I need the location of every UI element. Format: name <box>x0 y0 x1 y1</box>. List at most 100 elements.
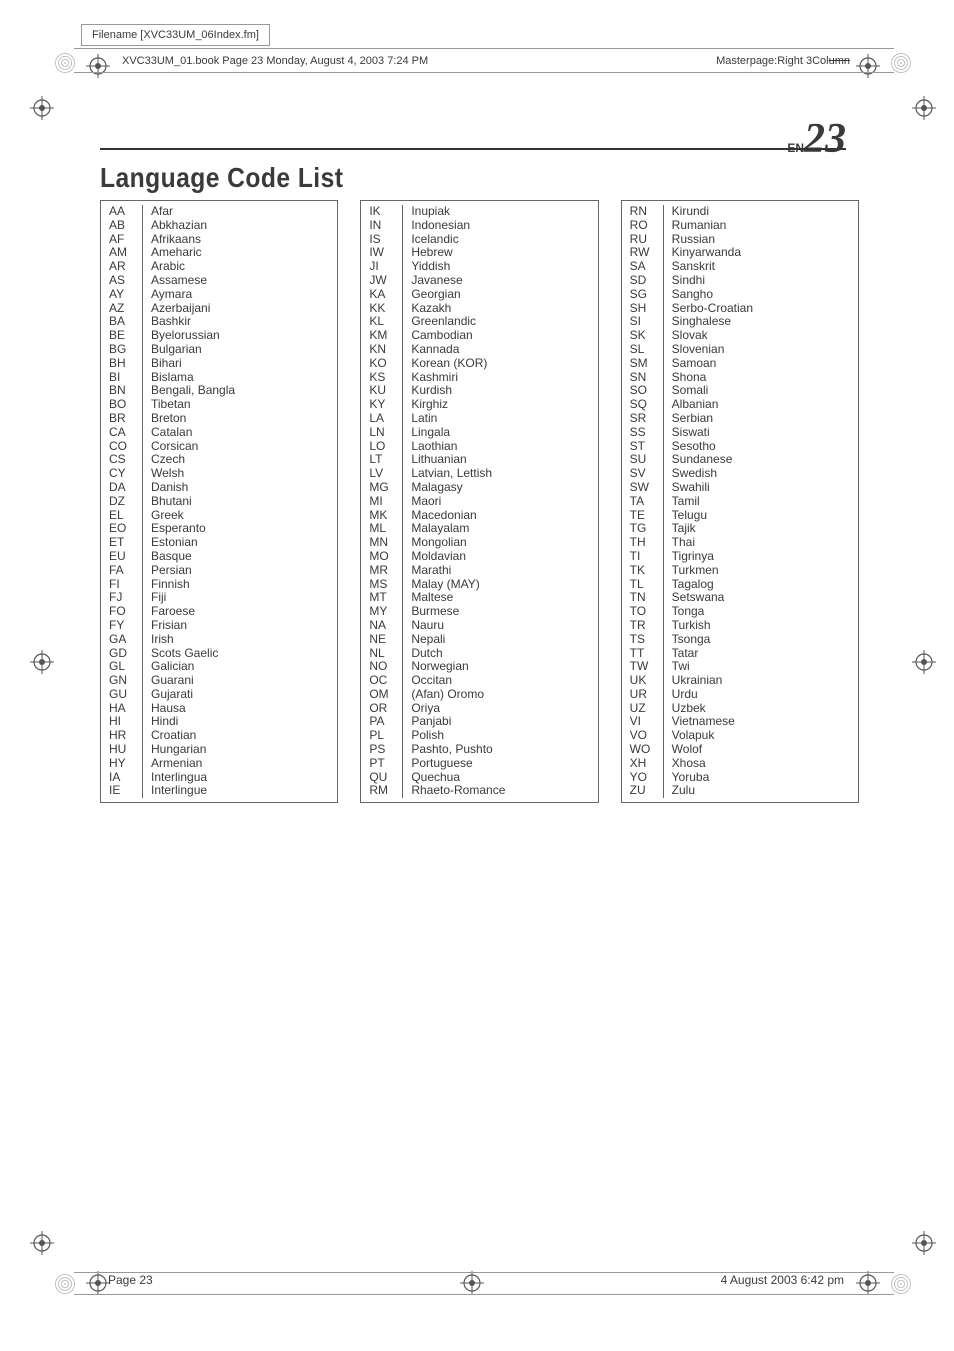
language-name: Polish <box>403 729 597 743</box>
language-name: Bhutani <box>143 495 337 509</box>
language-row: HAHausa <box>101 702 337 716</box>
language-name: Kinyarwanda <box>664 246 858 260</box>
language-row: PTPortuguese <box>361 757 597 771</box>
page-number: EN23 <box>787 118 846 160</box>
language-code: EO <box>101 522 143 536</box>
language-row: GLGalician <box>101 660 337 674</box>
language-name: Afrikaans <box>143 233 337 247</box>
language-code: RM <box>361 784 403 798</box>
language-code: GA <box>101 633 143 647</box>
language-code: NE <box>361 633 403 647</box>
language-code: SA <box>622 260 664 274</box>
language-row: MRMarathi <box>361 564 597 578</box>
language-name: Hindi <box>143 715 337 729</box>
language-code: KM <box>361 329 403 343</box>
language-row: KSKashmiri <box>361 371 597 385</box>
language-row: TNSetswana <box>622 591 858 605</box>
language-name: Rumanian <box>664 219 858 233</box>
corner-mark <box>890 52 912 74</box>
language-row: BIBislama <box>101 371 337 385</box>
language-row: GAIrish <box>101 633 337 647</box>
language-code: NO <box>361 660 403 674</box>
language-row: AZAzerbaijani <box>101 302 337 316</box>
corner-mark <box>54 52 76 74</box>
language-name: Norwegian <box>403 660 597 674</box>
language-code: TO <box>622 605 664 619</box>
language-row: FOFaroese <box>101 605 337 619</box>
language-code: ML <box>361 522 403 536</box>
language-code: KA <box>361 288 403 302</box>
language-name: Galician <box>143 660 337 674</box>
language-row: TWTwi <box>622 660 858 674</box>
language-name: Wolof <box>664 743 858 757</box>
language-name: Swahili <box>664 481 858 495</box>
language-row: IWHebrew <box>361 246 597 260</box>
language-name: Korean (KOR) <box>403 357 597 371</box>
language-row: TTTatar <box>622 647 858 661</box>
language-name: Thai <box>664 536 858 550</box>
language-code: AS <box>101 274 143 288</box>
language-code: RN <box>622 205 664 219</box>
language-code: IA <box>101 771 143 785</box>
language-code: XH <box>622 757 664 771</box>
language-name: Oriya <box>403 702 597 716</box>
language-name: Assamese <box>143 274 337 288</box>
language-row: BOTibetan <box>101 398 337 412</box>
language-row: VIVietnamese <box>622 715 858 729</box>
language-code: AY <box>101 288 143 302</box>
language-row: IAInterlingua <box>101 771 337 785</box>
language-name: Fiji <box>143 591 337 605</box>
language-row: HYArmenian <box>101 757 337 771</box>
language-code: SV <box>622 467 664 481</box>
language-code: VO <box>622 729 664 743</box>
language-code: FI <box>101 578 143 592</box>
language-name: Sanskrit <box>664 260 858 274</box>
language-row: HUHungarian <box>101 743 337 757</box>
language-code: OM <box>361 688 403 702</box>
language-code: DA <box>101 481 143 495</box>
language-row: RMRhaeto-Romance <box>361 784 597 798</box>
language-row: VOVolapuk <box>622 729 858 743</box>
language-row: TETelugu <box>622 509 858 523</box>
language-name: Shona <box>664 371 858 385</box>
language-code: TL <box>622 578 664 592</box>
language-row: LVLatvian, Lettish <box>361 467 597 481</box>
language-code: FO <box>101 605 143 619</box>
language-name: Twi <box>664 660 858 674</box>
language-row: SLSlovenian <box>622 343 858 357</box>
language-name: Samoan <box>664 357 858 371</box>
language-row: DZBhutani <box>101 495 337 509</box>
language-row: KYKirghiz <box>361 398 597 412</box>
language-name: Sindhi <box>664 274 858 288</box>
language-code: FA <box>101 564 143 578</box>
language-row: MNMongolian <box>361 536 597 550</box>
language-row: LNLingala <box>361 426 597 440</box>
language-name: Uzbek <box>664 702 858 716</box>
language-code: SQ <box>622 398 664 412</box>
language-name: Slovak <box>664 329 858 343</box>
language-name: Sesotho <box>664 440 858 454</box>
language-code: CY <box>101 467 143 481</box>
language-name: Malagasy <box>403 481 597 495</box>
language-row: BGBulgarian <box>101 343 337 357</box>
language-code: AA <box>101 205 143 219</box>
language-name: Kannada <box>403 343 597 357</box>
language-row: LALatin <box>361 412 597 426</box>
language-row: IKInupiak <box>361 205 597 219</box>
language-name: Macedonian <box>403 509 597 523</box>
language-row: MGMalagasy <box>361 481 597 495</box>
language-name: Croatian <box>143 729 337 743</box>
language-row: AFAfrikaans <box>101 233 337 247</box>
language-code: EU <box>101 550 143 564</box>
language-row: NANauru <box>361 619 597 633</box>
language-name: Tatar <box>664 647 858 661</box>
language-row: KNKannada <box>361 343 597 357</box>
registration-mark-icon <box>856 54 880 78</box>
language-row: TGTajik <box>622 522 858 536</box>
language-code: SK <box>622 329 664 343</box>
language-row: EUBasque <box>101 550 337 564</box>
language-name: Quechua <box>403 771 597 785</box>
language-code: MS <box>361 578 403 592</box>
language-name: Catalan <box>143 426 337 440</box>
language-row: SASanskrit <box>622 260 858 274</box>
